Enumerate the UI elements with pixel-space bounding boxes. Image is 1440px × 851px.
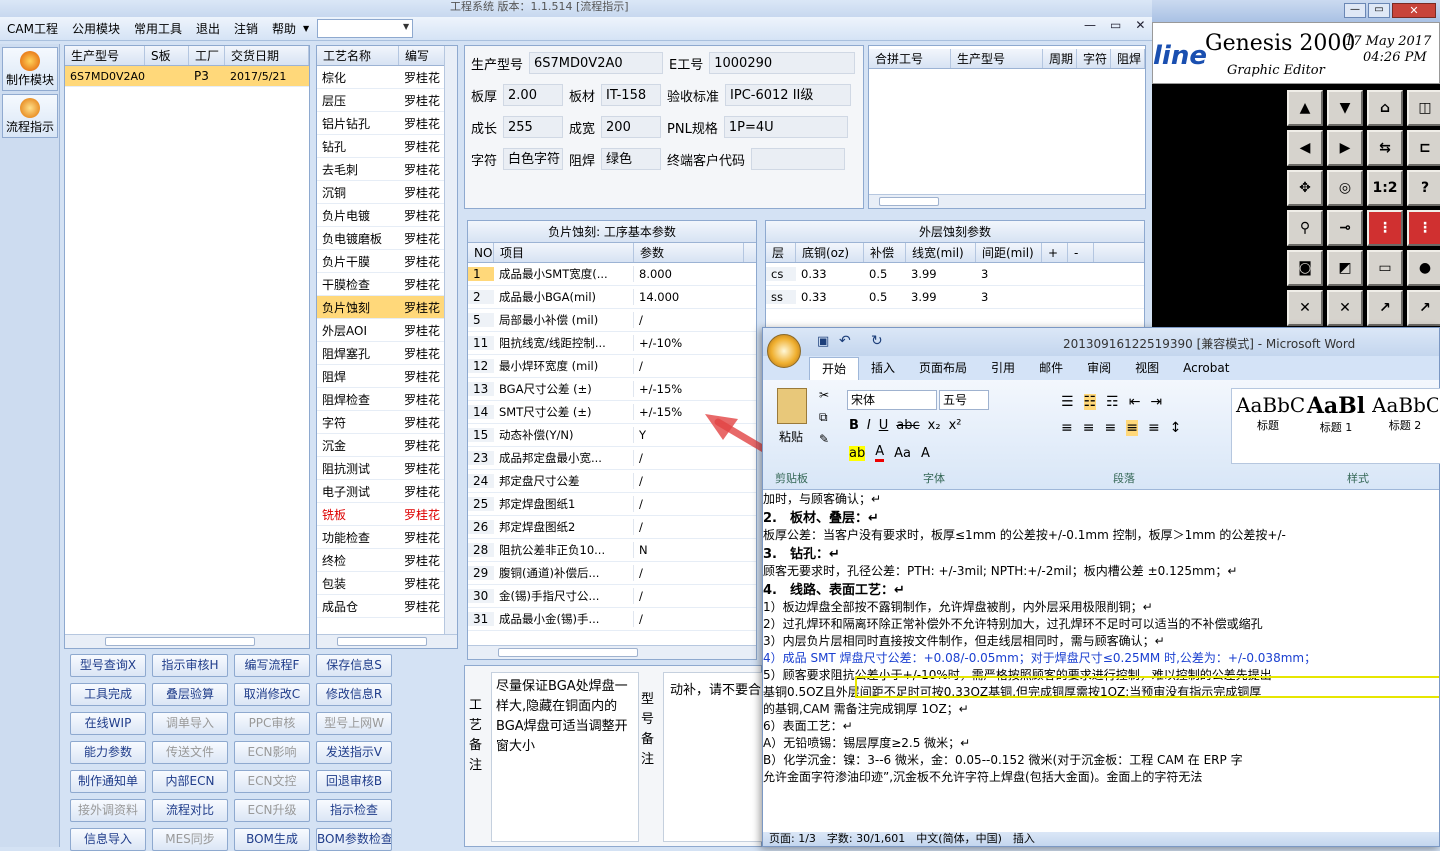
font-size-select[interactable]: 五号 <box>939 390 989 410</box>
align-left-icon[interactable]: ≡ <box>1061 420 1073 436</box>
font-name-select[interactable]: 宋体 <box>847 390 937 410</box>
ribbon-tab-1[interactable]: 插入 <box>859 357 907 379</box>
ribbon-tabs: 开始 插入 页面布局 引用 邮件 审阅 视图 Acrobat <box>763 356 1439 380</box>
style-heading2[interactable]: AaBbC 标题 2 <box>1372 393 1438 457</box>
highlight-box <box>855 676 1439 698</box>
paragraph-group-label: 段落 <box>1113 472 1135 485</box>
ribbon-tab-5[interactable]: 审阅 <box>1075 357 1123 379</box>
doc-line: 6）表面工艺：↵ <box>763 719 853 733</box>
ribbon-tab-0[interactable]: 开始 <box>809 356 860 380</box>
word-title: 20130916122519390 [兼容模式] - Microsoft Wor… <box>1063 337 1356 351</box>
format-painter-icon[interactable]: ✎ <box>819 432 829 446</box>
ribbon-tab-6[interactable]: 视图 <box>1123 357 1171 379</box>
doc-line: 2）过孔焊环和隔离环除正常补偿外不允许特别加大，过孔焊环不足时可以适当的不补偿或… <box>763 617 1263 631</box>
styles-gallery: AaBbC 标题 AaBl 标题 1 AaBbC 标题 2 <box>1231 388 1440 464</box>
doc-line: 1）板边焊盘全部按不露铜制作，允许焊盘被削，内外层采用极限削铜；↵ <box>763 600 1153 614</box>
save-icon[interactable]: ▣ <box>817 334 829 349</box>
highlight-icon[interactable]: ab <box>849 445 866 461</box>
align-center-icon[interactable]: ≡ <box>1083 420 1095 436</box>
distributed-icon[interactable]: ≡ <box>1148 420 1160 436</box>
doc-line: 3）内层负片层相同时直接按文件制作，但走线层相同时，需与顾客确认；↵ <box>763 634 1165 648</box>
paste-button[interactable]: 粘贴 <box>779 428 803 445</box>
style-title[interactable]: AaBbC 标题 <box>1236 393 1305 457</box>
underline-icon[interactable]: U <box>879 418 889 433</box>
line-spacing-icon[interactable]: ↕ <box>1170 420 1182 436</box>
doc-line: 2. 板材、叠层：↵ <box>763 511 879 526</box>
doc-line: 允许金面字符渗油印迹”,沉金板不允许字符上焊盘(包括大金面)。金面上的字符无法 <box>763 770 1203 784</box>
ribbon-tab-3[interactable]: 引用 <box>979 357 1027 379</box>
italic-icon[interactable]: I <box>867 418 871 433</box>
subscript-icon[interactable]: x₂ <box>928 418 941 433</box>
doc-line: 4）成品 SMT 焊盘尺寸公差：+0.08/-0.05mm；对于焊盘尺寸≤0.2… <box>763 649 1439 666</box>
ribbon-tab-4[interactable]: 邮件 <box>1027 357 1075 379</box>
cut-icon[interactable]: ✂ <box>819 388 829 402</box>
clipboard-group-label: 剪贴板 <box>775 472 808 485</box>
doc-line: 板厚公差：当客户没有要求时，板厚≤1mm 的公差按+/-0.1mm 控制，板厚＞… <box>763 528 1286 542</box>
numbering-icon[interactable]: ☷ <box>1083 394 1097 410</box>
doc-line: A）无铅喷锡：锡层厚度≥2.5 微米；↵ <box>763 736 971 750</box>
doc-line: 4. 线路、表面工艺：↵ <box>763 583 905 598</box>
font-color-icon[interactable]: A <box>875 444 885 462</box>
word-window: ▣ ↶ ↻ 20130916122519390 [兼容模式] - Microso… <box>762 327 1440 847</box>
char-shading-icon[interactable]: A <box>921 446 930 461</box>
document-body[interactable]: 加时，与顾客确认；↵ 2. 板材、叠层：↵ 板厚公差：当客户没有要求时，板厚≤1mm… <box>763 490 1439 828</box>
word-statusbar: 页面: 1/3 字数: 30/1,601 中文(简体，中国) 插入 <box>763 832 1439 846</box>
styles-group-label: 样式 <box>1347 472 1369 485</box>
doc-line: 3. 钻孔：↵ <box>763 547 840 562</box>
undo-icon[interactable]: ↶ <box>839 333 851 349</box>
doc-line: 加时，与顾客确认；↵ <box>763 492 882 506</box>
strikethrough-icon[interactable]: abc <box>896 418 919 433</box>
office-button-icon[interactable] <box>767 334 801 368</box>
copy-icon[interactable]: ⧉ <box>819 410 828 425</box>
style-heading1[interactable]: AaBl 标题 1 <box>1304 393 1368 457</box>
change-case-icon[interactable]: Aa <box>894 446 911 461</box>
doc-line: 顾客无要求时，孔径公差：PTH: +/-3mil; NPTH:+/-2mil；板… <box>763 564 1238 578</box>
superscript-icon[interactable]: x² <box>949 418 962 433</box>
word-titlebar: ▣ ↶ ↻ 20130916122519390 [兼容模式] - Microso… <box>763 328 1439 368</box>
paste-icon[interactable] <box>777 388 807 424</box>
bullets-icon[interactable]: ☰ <box>1061 394 1074 410</box>
ribbon: 粘贴 ✂ ⧉ ✎ 剪贴板 宋体 五号 B I Uabc x₂ x² ab A Aa A 字体 … <box>763 380 1440 490</box>
decrease-indent-icon[interactable]: ⇤ <box>1129 394 1141 410</box>
align-right-icon[interactable]: ≡ <box>1104 420 1116 436</box>
doc-line: B）化学沉金：镍：3--6 微米，金：0.05--0.152 微米(对于沉金板：… <box>763 753 1243 767</box>
increase-indent-icon[interactable]: ⇥ <box>1150 394 1162 410</box>
redo-icon[interactable]: ↻ <box>871 333 883 349</box>
bold-icon[interactable]: B <box>849 418 859 433</box>
doc-line: 的基铜,CAM 需备注完成铜厚 1OZ；↵ <box>763 702 969 716</box>
ribbon-tab-7[interactable]: Acrobat <box>1171 357 1241 379</box>
justify-icon[interactable]: ≡ <box>1126 420 1138 436</box>
ribbon-tab-2[interactable]: 页面布局 <box>907 357 979 379</box>
font-group-label: 字体 <box>923 472 945 485</box>
multilevel-icon[interactable]: ☶ <box>1106 394 1119 410</box>
